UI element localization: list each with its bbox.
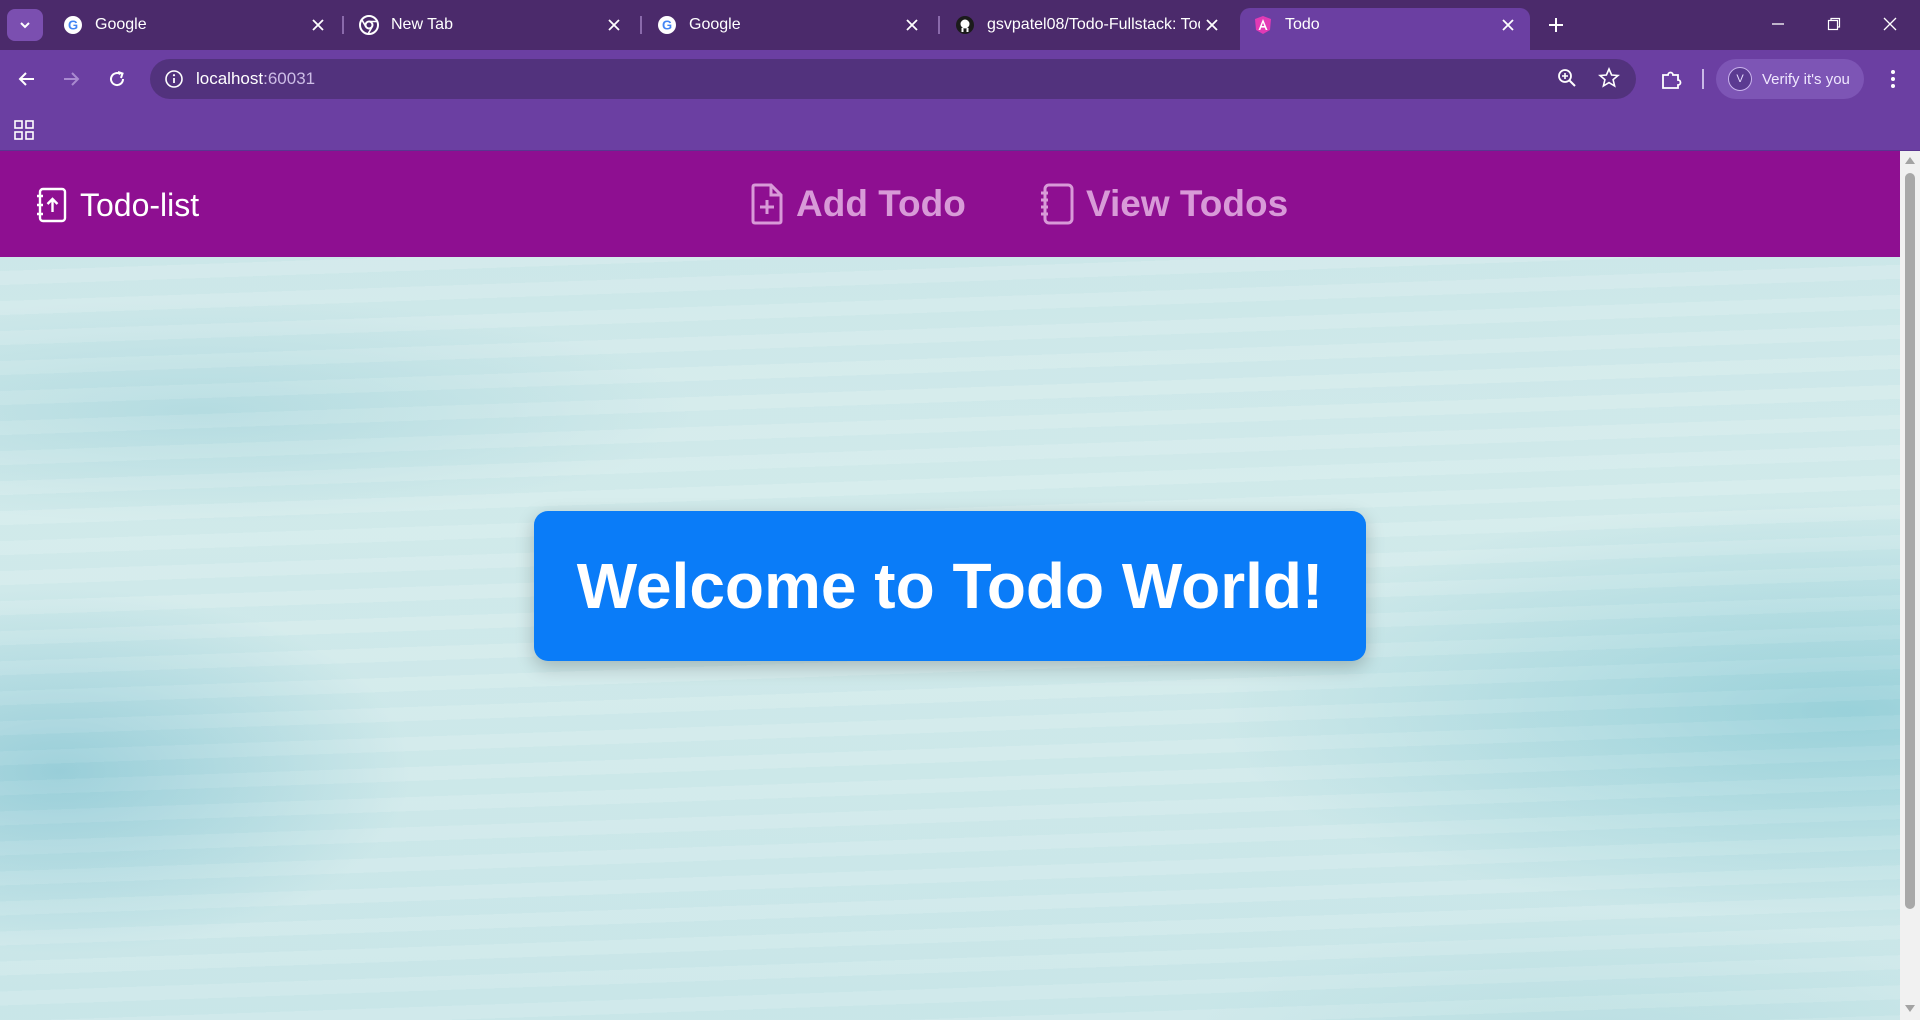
address-bar[interactable]: localhost:60031 [150,59,1636,99]
svg-text:G: G [68,18,78,33]
close-icon [1883,17,1897,31]
welcome-banner: Welcome to Todo World! [534,511,1366,661]
tab-separator [938,16,940,34]
chrome-icon [359,15,379,35]
close-icon[interactable] [1496,13,1520,37]
url-port: :60031 [263,69,316,88]
new-tab-button[interactable] [1542,11,1570,39]
close-window-button[interactable] [1862,6,1918,42]
notebook-icon [1041,183,1074,225]
zoom-icon[interactable] [1556,67,1580,91]
tab-google-2[interactable]: G Google [644,8,934,42]
tab-title: Todo [1285,16,1320,33]
plus-icon [1549,18,1563,32]
bookmarks-bar [0,108,1920,151]
tab-separator [342,16,344,34]
tab-separator [640,16,642,34]
scrollbar-thumb[interactable] [1905,173,1915,909]
tab-title: New Tab [391,16,453,33]
close-icon[interactable] [1200,13,1224,37]
back-button[interactable] [10,62,44,96]
browser-toolbar: localhost:60031 V Verify it's you [0,50,1920,108]
apps-grid-icon[interactable] [12,118,36,142]
url-text: localhost:60031 [196,69,315,89]
brand-title: Todo-list [80,186,200,223]
nav-add-todo[interactable]: Add Todo [750,181,966,227]
avatar: V [1728,67,1752,91]
extensions-icon[interactable] [1658,66,1684,92]
nav-add-todo-label: Add Todo [796,183,966,224]
chevron-down-icon [20,22,30,29]
google-icon: G [63,15,83,35]
tab-todo-active[interactable]: Todo [1240,8,1530,50]
arrow-left-icon [18,72,34,86]
tab-github[interactable]: gsvpatel08/Todo-Fullstack: Todo [942,8,1234,42]
arrow-right-icon [64,72,80,86]
page-scrollbar[interactable] [1900,151,1920,1020]
close-icon[interactable] [306,13,330,37]
tab-strip: G Google New Tab G Google gsvpatel08/Tod… [0,0,1920,50]
profile-button[interactable]: V Verify it's you [1716,59,1864,99]
brand-link[interactable]: Todo-list [36,187,199,223]
profile-label: Verify it's you [1762,70,1850,88]
tab-title: gsvpatel08/Todo-Fullstack: Todo [987,16,1200,33]
site-info-icon[interactable] [162,67,186,91]
reload-icon [110,71,125,87]
restore-icon [1827,17,1841,31]
scroll-up-arrow-icon[interactable] [1904,155,1916,165]
close-icon[interactable] [900,13,924,37]
minimize-icon [1772,23,1784,25]
nav-view-todos-label: View Todos [1086,183,1289,224]
restore-button[interactable] [1806,6,1862,42]
tab-title: Google [95,16,147,33]
tab-search-button[interactable] [7,9,43,41]
notebook-upload-icon [37,187,67,223]
app-navbar: Todo-list Add Todo View Todos [0,151,1900,257]
tab-google-1[interactable]: G Google [50,8,340,42]
url-host: localhost [196,69,264,88]
svg-text:G: G [662,18,672,33]
google-icon: G [657,15,677,35]
close-icon[interactable] [602,13,626,37]
page-viewport: Todo-list Add Todo View Todos Welcome to… [0,151,1900,1020]
toolbar-divider [1702,69,1704,89]
scroll-down-arrow-icon[interactable] [1904,1004,1916,1014]
more-menu-icon[interactable] [1880,66,1906,92]
tab-title: Google [689,16,741,33]
forward-button[interactable] [54,62,88,96]
tab-new-tab[interactable]: New Tab [346,8,636,42]
file-plus-icon [751,183,783,225]
github-icon [955,15,975,35]
reload-button[interactable] [100,62,134,96]
angular-icon [1253,15,1273,35]
minimize-button[interactable] [1750,6,1806,42]
nav-view-todos[interactable]: View Todos [1040,181,1288,227]
bookmark-star-icon[interactable] [1598,66,1622,91]
